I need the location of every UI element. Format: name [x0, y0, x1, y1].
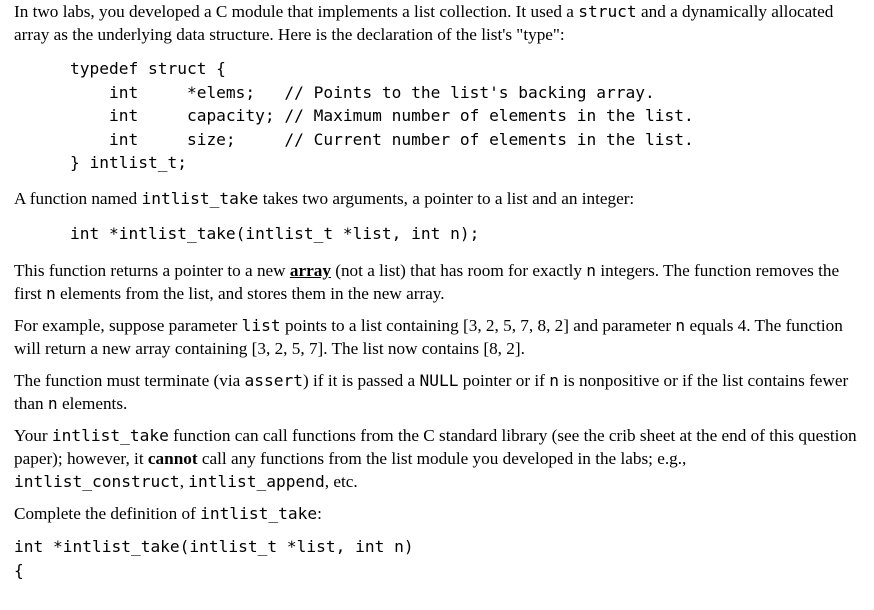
- inline-code-assert: assert: [244, 371, 304, 390]
- example-paragraph: For example, suppose parameter list poin…: [0, 314, 874, 360]
- inline-code-struct: struct: [578, 2, 637, 21]
- function-intro-text-part-2: takes two arguments, a pointer to a list…: [258, 188, 635, 208]
- inline-code-n: n: [586, 261, 597, 280]
- inline-code-list: list: [241, 316, 281, 335]
- restriction-text-part-5: , etc.: [324, 472, 358, 491]
- inline-code-intlist-take: intlist_take: [51, 426, 169, 445]
- inline-code-n: n: [549, 371, 559, 390]
- returns-paragraph: This function returns a pointer to a new…: [0, 259, 874, 305]
- inline-code-n: n: [675, 316, 686, 335]
- assert-text-part-1: The function must terminate (via: [14, 371, 245, 390]
- inline-code-null: NULL: [419, 371, 459, 390]
- inline-code-n: n: [47, 394, 58, 413]
- assert-text-part-5: elements.: [57, 394, 128, 413]
- complete-text-part-2: :: [317, 504, 322, 523]
- complete-text-part-1: Complete the definition of: [14, 504, 201, 523]
- example-text-part-2: points to a list containing [3, 2, 5, 7,…: [280, 316, 676, 335]
- function-intro-text-part-1: A function named: [14, 188, 142, 208]
- prototype-code-block: int *intlist_take(intlist_t *list, int n…: [70, 223, 480, 243]
- assert-text-part-3: pointer or if: [458, 371, 550, 390]
- returns-text-part-1: This function returns a pointer to a new: [14, 261, 290, 280]
- inline-code-intlist-append: intlist_append: [188, 472, 325, 491]
- example-text-part-1: For example, suppose parameter: [14, 316, 242, 335]
- restriction-text-part-3: call any functions from the list module …: [197, 449, 687, 468]
- complete-definition-paragraph: Complete the definition of intlist_take:: [0, 502, 874, 525]
- emphasis-cannot: cannot: [147, 449, 198, 468]
- function-intro-paragraph: A function named intlist_take takes two …: [0, 187, 874, 210]
- restriction-text-part-1: Your: [14, 426, 52, 445]
- emphasis-array: array: [289, 261, 331, 280]
- document-page: In two labs, you developed a C module th…: [0, 0, 874, 610]
- assert-text-part-2: ) if it is passed a: [303, 371, 420, 390]
- intro-text-part-1: In two labs, you developed a C module th…: [14, 2, 579, 21]
- inline-code-intlist-construct: intlist_construct: [14, 472, 180, 491]
- restriction-text-part-4: ,: [179, 472, 189, 491]
- assert-paragraph: The function must terminate (via assert)…: [0, 369, 874, 415]
- inline-code-n: n: [45, 284, 56, 303]
- inline-code-intlist-take: intlist_take: [200, 504, 318, 523]
- returns-text-part-4: elements from the list, and stores them …: [55, 284, 445, 303]
- restriction-paragraph: Your intlist_take function can call func…: [0, 424, 874, 493]
- inline-code-intlist-take: intlist_take: [141, 188, 259, 208]
- intro-paragraph: In two labs, you developed a C module th…: [0, 0, 874, 46]
- returns-text-part-2: (not a list) that has room for exactly: [330, 261, 587, 280]
- struct-declaration-code-block: typedef struct { int *elems; // Points t…: [70, 59, 694, 172]
- answer-code-block: int *intlist_take(intlist_t *list, int n…: [14, 537, 414, 580]
